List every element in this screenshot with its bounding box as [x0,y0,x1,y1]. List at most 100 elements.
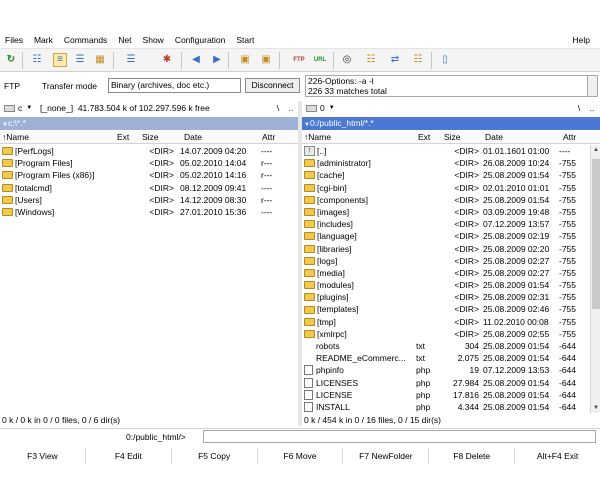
file-row[interactable]: [Program Files (x86)] <DIR> 05.02.2010 14:… [0,169,298,181]
command-line-input[interactable] [203,430,596,443]
alt-f4-exit-button[interactable]: Alt+F4 Exit [515,448,600,464]
file-row[interactable]: [templates] <DIR> 25.08.2009 02:46 -755 [302,303,590,315]
thumbnails-icon[interactable]: ▦ [93,53,107,67]
scroll-up-icon[interactable]: ▲ [591,145,600,155]
file-row[interactable]: INSTALL php 4.344 25.08.2009 01:54 -644 [302,401,590,413]
right-path-bar[interactable]: ▼0:/public_html/*.* [302,117,600,130]
left-header-ext[interactable]: Ext [117,131,129,144]
file-row[interactable]: [Windows] <DIR> 27.01.2010 15:36 ---- [0,206,298,218]
file-row[interactable]: [language] <DIR> 25.08.2009 02:19 -755 [302,230,590,242]
right-drive-select[interactable]: 0 ▼ [304,102,335,114]
f4-edit-button[interactable]: F4 Edit [86,448,172,464]
file-row[interactable]: [media] <DIR> 25.08.2009 02:27 -755 [302,267,590,279]
file-row[interactable]: phpinfo php 19 07.12.2009 13:53 -644 [302,364,590,376]
compare-icon[interactable]: ☷ [411,53,425,67]
menu-mark[interactable]: Mark [29,33,53,47]
file-row[interactable]: [totalcmd] <DIR> 08.12.2009 09:41 ---- [0,182,298,194]
right-root-button[interactable]: \ [573,101,585,115]
file-ext: txt [416,353,425,364]
left-column-headers: ↑Name Ext Size Date Attr [0,131,298,144]
right-file-list: ↑ [..] <DIR> 01.01.1601 01:00 ---- [administr… [302,145,590,413]
right-header-ext[interactable]: Ext [418,131,430,144]
menu-help[interactable]: Help [568,33,590,47]
brief-view-icon[interactable]: ☷ [30,53,44,67]
forward-icon[interactable]: ▶ [210,53,224,67]
file-row[interactable]: [administrator] <DIR> 26.08.2009 10:24 -755 [302,157,590,169]
file-row[interactable]: [Program Files] <DIR> 05.02.2010 14:04 r--- [0,157,298,169]
f7-newfolder-button[interactable]: F7 NewFolder [343,448,430,464]
back-icon[interactable]: ◀ [189,53,203,67]
file-row[interactable]: [Users] <DIR> 14.12.2009 08:30 r--- [0,194,298,206]
f6-move-button[interactable]: F6 Move [258,448,344,464]
tree-view-icon[interactable]: ☰ [73,53,87,67]
file-row[interactable]: [plugins] <DIR> 25.08.2009 02:31 -755 [302,291,590,303]
file-row[interactable]: [includes] <DIR> 07.12.2009 13:57 -755 [302,218,590,230]
scroll-down-icon[interactable]: ▼ [591,403,600,413]
menu-net[interactable]: Net [113,33,131,47]
menu-start[interactable]: Start [231,33,254,47]
f8-delete-button[interactable]: F8 Delete [429,448,516,464]
url-connect-icon[interactable]: URL [313,53,327,67]
file-row[interactable]: [libraries] <DIR> 25.08.2009 02:20 -755 [302,243,590,255]
file-row[interactable]: README_eCommerc... txt 2.075 25.08.2009 01:… [302,352,590,364]
disconnect-button[interactable]: Disconnect [245,78,300,93]
f5-copy-button[interactable]: F5 Copy [172,448,258,464]
ftp-connect-icon[interactable]: FTP [292,53,306,67]
file-name: [templates] [317,304,359,315]
file-row[interactable]: [xmlrpc] <DIR> 25.08.2009 02:55 -755 [302,328,590,340]
transfer-mode-select[interactable]: Binary (archives, doc etc.) [108,78,241,93]
file-row[interactable]: [cache] <DIR> 25.08.2009 01:54 -755 [302,169,590,181]
file-row[interactable]: [cgi-bin] <DIR> 02.01.2010 01:01 -755 [302,182,590,194]
left-header-attr[interactable]: Attr [262,131,275,144]
file-row[interactable]: ↑ [..] <DIR> 01.01.1601 01:00 ---- [302,145,590,157]
sync-dirs-icon[interactable]: ⇄ [388,53,402,67]
menu-files[interactable]: Files [0,33,23,47]
right-header-size[interactable]: Size [444,131,461,144]
file-row[interactable]: LICENSE php 17.816 25.08.2009 01:54 -644 [302,389,590,401]
right-drive-letter: 0 [320,103,325,113]
menu-configuration[interactable]: Configuration [170,33,226,47]
menu-commands[interactable]: Commands [59,33,107,47]
ftp-log[interactable]: 226-Options: -a -l 226 33 matches total [305,75,588,97]
right-header-name[interactable]: ↑Name [304,131,331,144]
menu-show[interactable]: Show [138,33,164,47]
folder-icon [304,232,315,241]
star-icon[interactable]: ✱ [160,53,174,67]
scrollbar-thumb[interactable] [592,159,600,309]
file-row[interactable]: [tmp] <DIR> 11.02.2010 00:08 -755 [302,316,590,328]
file-row[interactable]: LICENSES php 27.984 25.08.2009 01:54 -644 [302,377,590,389]
multi-rename-icon[interactable]: ☷ [364,53,378,67]
unpack-icon[interactable]: ▣ [259,53,273,67]
right-header-date[interactable]: Date [485,131,503,144]
file-row[interactable]: [components] <DIR> 25.08.2009 01:54 -755 [302,194,590,206]
pack-icon[interactable]: ▣ [238,53,252,67]
file-date: 27.01.2010 15:36 [180,206,247,217]
file-date: 05.02.2010 14:04 [180,158,247,169]
full-view-icon[interactable]: ≡ [53,53,67,67]
file-name-cell: README_eCommerc... [304,352,416,364]
file-name: [cgi-bin] [317,182,347,193]
refresh-icon[interactable]: ↻ [4,53,18,67]
panel-splitter[interactable] [298,101,302,426]
file-row[interactable]: robots txt 304 25.08.2009 01:54 -644 [302,340,590,352]
left-up-button[interactable]: .. [285,101,297,115]
file-row[interactable]: [modules] <DIR> 25.08.2009 01:54 -755 [302,279,590,291]
file-row[interactable]: [PerfLogs] <DIR> 14.07.2009 04:20 ---- [0,145,298,157]
left-path-bar[interactable]: ▼c:\*.* [0,117,298,130]
left-root-button[interactable]: \ [272,101,284,115]
invert-selection-icon[interactable]: ☰ [124,53,138,67]
f3-view-button[interactable]: F3 View [0,448,86,464]
right-up-button[interactable]: .. [586,101,598,115]
left-drive-select[interactable]: c ▼ [2,102,32,114]
find-icon[interactable]: ◎ [340,53,354,67]
folder-icon [304,195,315,204]
right-header-attr[interactable]: Attr [563,131,576,144]
left-header-date[interactable]: Date [184,131,202,144]
ftp-log-scrollbar[interactable] [588,75,598,97]
file-row[interactable]: [logs] <DIR> 25.08.2009 02:27 -755 [302,255,590,267]
file-row[interactable]: [images] <DIR> 03.09.2009 19:48 -755 [302,206,590,218]
left-header-name[interactable]: ↑Name [2,131,29,144]
notepad-icon[interactable]: ▯ [438,53,452,67]
left-header-size[interactable]: Size [142,131,159,144]
right-scrollbar[interactable]: ▲ ▼ [590,145,600,413]
